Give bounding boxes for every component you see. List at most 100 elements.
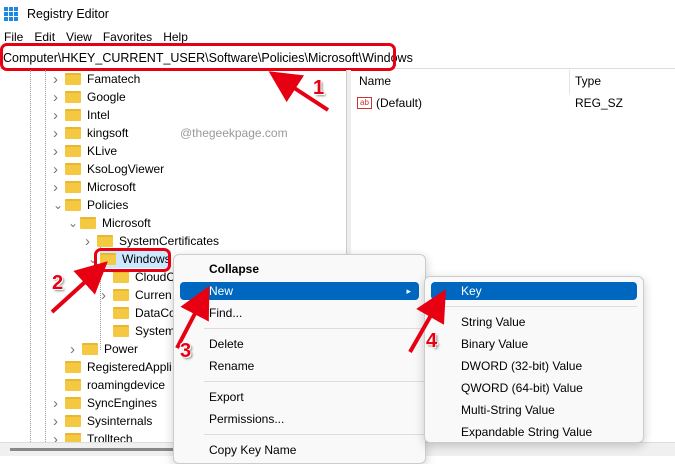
column-type[interactable]: Type <box>575 74 601 88</box>
tree-line <box>45 70 46 442</box>
tree-node[interactable]: RegisteredAppli <box>65 358 172 376</box>
menu-item-find[interactable]: Find... <box>180 304 419 322</box>
menu-item-new[interactable]: New ▸ <box>180 282 419 300</box>
folder-icon <box>65 397 81 409</box>
tree-node[interactable]: ⌄ Policies <box>53 196 129 214</box>
tree-node[interactable]: roamingdevice <box>65 376 165 394</box>
submenu-item-key[interactable]: Key <box>431 282 637 300</box>
tree-node-label: Curren <box>135 288 172 302</box>
chevron-down-icon[interactable]: ⌄ <box>68 216 78 230</box>
tree-node-label: Sysinternals <box>87 414 153 428</box>
tree-node[interactable]: › Curren <box>101 286 172 304</box>
chevron-right-icon[interactable]: › <box>53 107 58 124</box>
folder-icon <box>65 163 81 175</box>
chevron-right-icon: ▸ <box>406 286 411 296</box>
tree-node-label: Famatech <box>87 72 141 86</box>
tree-node[interactable]: System <box>113 322 175 340</box>
menu-item-new-label: New <box>209 284 234 298</box>
folder-icon <box>65 127 81 139</box>
column-name[interactable]: Name <box>359 74 391 88</box>
chevron-right-icon[interactable]: › <box>53 179 58 196</box>
menu-separator <box>204 434 425 435</box>
window-title: Registry Editor <box>27 7 109 21</box>
submenu-item-expandable-string[interactable]: Expandable String Value <box>431 423 637 441</box>
folder-icon <box>113 289 129 301</box>
tree-node[interactable]: › Intel <box>53 106 110 124</box>
tree-node[interactable]: ⌄ Microsoft <box>68 214 151 232</box>
tree-node-label: Policies <box>87 198 129 212</box>
menu-item-copy-key-name[interactable]: Copy Key Name <box>180 441 419 459</box>
registry-editor-icon <box>4 7 18 21</box>
tree-node-label: Microsoft <box>102 216 151 230</box>
watermark: @thegeekpage.com <box>180 126 288 140</box>
chevron-right-icon[interactable]: › <box>101 287 106 304</box>
folder-icon <box>113 325 129 337</box>
tree-node-label: DataCo <box>135 306 176 320</box>
tree-node-label: Power <box>104 342 139 356</box>
folder-icon <box>80 217 96 229</box>
folder-icon <box>65 433 81 442</box>
tree-node[interactable]: › KsoLogViewer <box>53 160 165 178</box>
submenu-item-dword[interactable]: DWORD (32-bit) Value <box>431 357 637 375</box>
tree-node-label: RegisteredAppli <box>87 360 172 374</box>
menu-separator <box>431 306 637 307</box>
submenu-item-binary-value[interactable]: Binary Value <box>431 335 637 353</box>
chevron-right-icon[interactable]: › <box>53 143 58 160</box>
tree-node-label: Intel <box>87 108 110 122</box>
tree-node-label: KsoLogViewer <box>87 162 165 176</box>
windows-key-highlight <box>94 248 171 272</box>
chevron-right-icon[interactable]: › <box>53 161 58 178</box>
new-submenu: Key String Value Binary Value DWORD (32-… <box>424 276 644 443</box>
tree-node[interactable]: › Google <box>53 88 126 106</box>
value-name: (Default) <box>376 96 423 110</box>
submenu-item-multi-string[interactable]: Multi-String Value <box>431 401 637 419</box>
folder-icon <box>97 235 113 247</box>
tree-node[interactable]: › Microsoft <box>53 178 136 196</box>
tree-node-label: roamingdevice <box>87 378 166 392</box>
tree-node[interactable]: › SyncEngines <box>53 394 158 412</box>
menu-item-collapse[interactable]: Collapse <box>180 260 419 278</box>
tree-node[interactable]: › KLive <box>53 142 118 160</box>
title-bar: Registry Editor <box>0 0 675 28</box>
chevron-right-icon[interactable]: › <box>53 125 58 142</box>
tree-node-label: System <box>135 324 176 338</box>
chevron-right-icon[interactable]: › <box>53 71 58 88</box>
value-row[interactable]: ab (Default) REG_SZ <box>357 94 657 112</box>
address-highlight <box>0 43 396 71</box>
menu-item-permissions[interactable]: Permissions... <box>180 410 419 428</box>
tree-node[interactable]: › Trolltech <box>53 430 133 442</box>
submenu-item-qword[interactable]: QWORD (64-bit) Value <box>431 379 637 397</box>
tree-node-label: kingsoft <box>87 126 129 140</box>
folder-icon <box>113 307 129 319</box>
menu-item-delete[interactable]: Delete <box>180 335 419 353</box>
tree-node[interactable]: › kingsoft <box>53 124 129 142</box>
column-separator[interactable] <box>569 70 570 94</box>
context-menu: Collapse New ▸ Find... Delete Rename Expo… <box>173 254 426 464</box>
chevron-right-icon[interactable]: › <box>53 413 58 430</box>
chevron-right-icon[interactable]: › <box>53 395 58 412</box>
tree-node[interactable]: DataCo <box>113 304 176 322</box>
chevron-right-icon[interactable]: › <box>70 341 75 358</box>
tree-node-label: Google <box>87 90 126 104</box>
chevron-right-icon[interactable]: › <box>53 89 58 106</box>
chevron-down-icon[interactable]: ⌄ <box>53 198 63 212</box>
tree-node-label: SyncEngines <box>87 396 158 410</box>
tree-node[interactable]: › Famatech <box>53 70 141 88</box>
tree-node-label: SystemCertificates <box>119 234 220 248</box>
chevron-right-icon[interactable]: › <box>53 431 58 443</box>
menu-item-export[interactable]: Export <box>180 388 419 406</box>
tree-line <box>30 70 31 442</box>
folder-icon <box>65 109 81 121</box>
tree-node[interactable]: › Power <box>70 340 139 358</box>
menu-separator <box>204 328 425 329</box>
tree-node-label: Trolltech <box>87 432 133 442</box>
folder-icon <box>65 181 81 193</box>
submenu-item-string-value[interactable]: String Value <box>431 313 637 331</box>
folder-icon <box>65 415 81 427</box>
value-type: REG_SZ <box>575 96 624 110</box>
tree-node[interactable]: › Sysinternals <box>53 412 153 430</box>
tree-node-label: KLive <box>87 144 118 158</box>
folder-icon <box>65 145 81 157</box>
menu-item-rename[interactable]: Rename <box>180 357 419 375</box>
chevron-right-icon[interactable]: › <box>85 233 90 250</box>
